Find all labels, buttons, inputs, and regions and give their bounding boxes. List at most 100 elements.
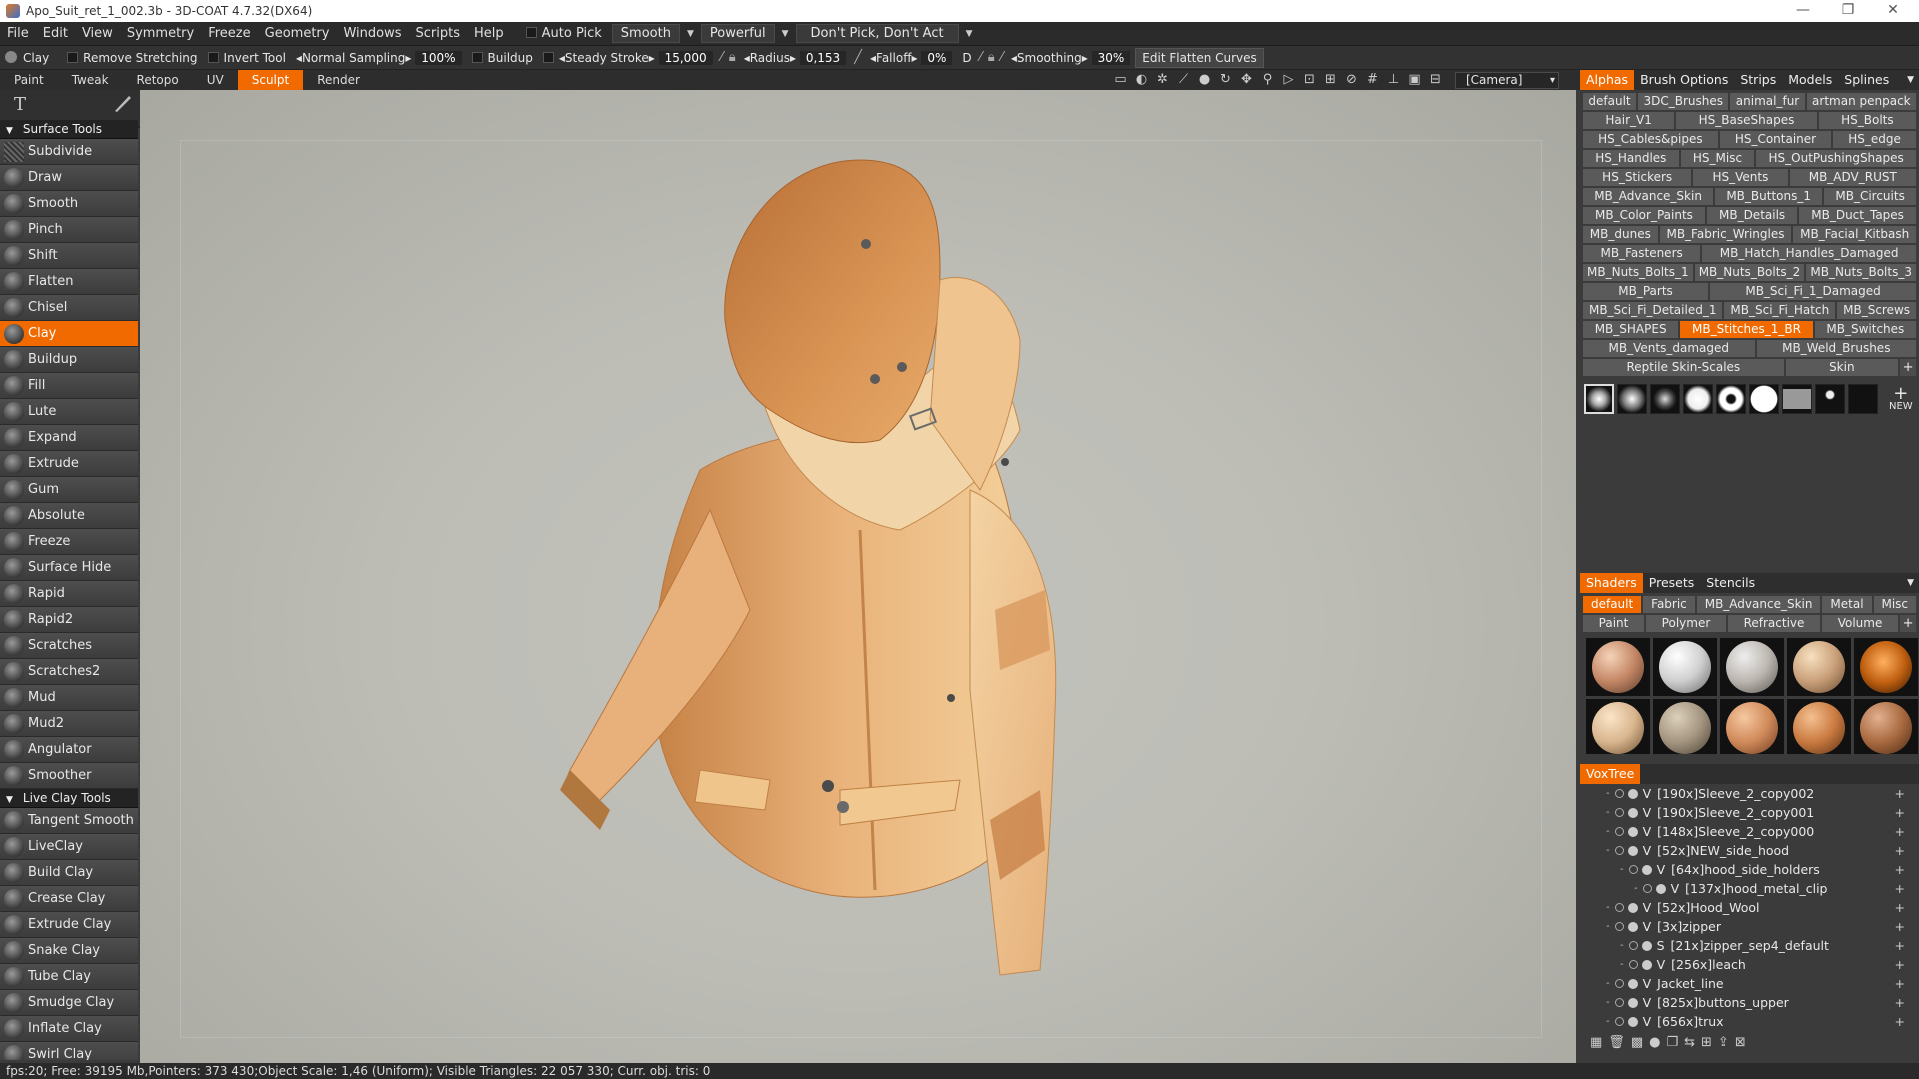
folder-default[interactable]: default	[1583, 596, 1642, 613]
menu-windows[interactable]: Windows	[336, 22, 408, 46]
tool-buildup[interactable]: Buildup	[0, 347, 138, 373]
tool-expand[interactable]: Expand	[0, 425, 138, 451]
voxtree-row[interactable]: - V [656x]trux +	[1580, 1012, 1919, 1031]
collapse-minus-icon[interactable]: -	[1634, 883, 1638, 894]
tab-brush-options[interactable]: Brush Options	[1634, 70, 1734, 90]
collapse-minus-icon[interactable]: -	[1606, 921, 1610, 932]
chevron-down-icon[interactable]: ▼	[683, 29, 698, 39]
radius-value[interactable]: 0,153	[799, 50, 847, 65]
ghost-icon[interactable]	[1627, 788, 1638, 799]
axis-icon[interactable]: ⊥	[1384, 71, 1403, 89]
eye-icon[interactable]	[1614, 903, 1624, 912]
folder-mb-nuts-bolts-2[interactable]: MB_Nuts_Bolts_2	[1694, 264, 1805, 281]
add-child-icon[interactable]: +	[1895, 976, 1905, 991]
tool-tangent-smooth[interactable]: Tangent Smooth	[0, 808, 138, 834]
frame-icon[interactable]: ⊟	[1426, 71, 1445, 89]
surface-tools-header[interactable]: ▼ Surface Tools	[0, 120, 138, 139]
collapse-minus-icon[interactable]: -	[1606, 788, 1610, 799]
steady-stroke-checkbox[interactable]	[542, 51, 554, 63]
tool-extrude[interactable]: Extrude	[0, 451, 138, 477]
folder-hs-bolts[interactable]: HS_Bolts	[1818, 112, 1917, 129]
voxtree-row[interactable]: - V [148x]Sleeve_2_copy000 +	[1580, 822, 1919, 841]
swap-icon[interactable]: ⇆	[1684, 1035, 1695, 1050]
alpha-swatch[interactable]	[1716, 384, 1746, 414]
menu-file[interactable]: File	[0, 22, 36, 46]
folder-refractive[interactable]: Refractive	[1727, 615, 1821, 632]
folder-hs-baseshapes[interactable]: HS_BaseShapes	[1676, 112, 1817, 129]
tool-absolute[interactable]: Absolute	[0, 503, 138, 529]
shader-ball[interactable]	[1586, 699, 1650, 754]
radius-slider[interactable]: ◂Radius▸ 0,153	[739, 46, 851, 70]
tab-alphas[interactable]: Alphas	[1580, 70, 1635, 90]
menu-freeze[interactable]: Freeze	[201, 22, 257, 46]
collapse-triangle-icon[interactable]: ▼	[6, 791, 13, 810]
jacket-model[interactable]	[140, 90, 1576, 1063]
collapse-minus-icon[interactable]: -	[1606, 978, 1610, 989]
folder-paint[interactable]: Paint	[1583, 615, 1645, 632]
ghost-icon[interactable]	[1627, 978, 1638, 989]
tool-extrude-clay[interactable]: Extrude Clay	[0, 912, 138, 938]
add-child-icon[interactable]: +	[1895, 938, 1905, 953]
restore-button[interactable]: ❐	[1828, 0, 1868, 22]
tool-pinch[interactable]: Pinch	[0, 217, 138, 243]
voxtree-row[interactable]: - V [52x]NEW_side_hood +	[1580, 841, 1919, 860]
folder-hs-vents[interactable]: HS_Vents	[1693, 169, 1788, 186]
folder-mb-screws[interactable]: MB_Screws	[1837, 302, 1917, 319]
alpha-swatch[interactable]	[1650, 384, 1680, 414]
move-icon[interactable]: ✥	[1237, 71, 1256, 89]
tab-stencils[interactable]: Stencils	[1700, 573, 1761, 593]
eye-icon[interactable]	[1614, 998, 1624, 1007]
tool-gum[interactable]: Gum	[0, 477, 138, 503]
folder-mb-advance-skin[interactable]: MB_Advance_Skin	[1696, 596, 1821, 613]
folder-hs-stickers[interactable]: HS_Stickers	[1583, 169, 1692, 186]
folder-mb-duct-tapes[interactable]: MB_Duct_Tapes	[1799, 207, 1916, 224]
voxtree-row[interactable]: - V [137x]hood_metal_clip +	[1580, 879, 1919, 898]
3d-viewport[interactable]	[140, 90, 1576, 1063]
add-child-icon[interactable]: +	[1895, 824, 1905, 839]
folder-mb-hatch-handles-damaged[interactable]: MB_Hatch_Handles_Damaged	[1702, 245, 1916, 262]
folder-mb-nuts-bolts-1[interactable]: MB_Nuts_Bolts_1	[1583, 264, 1693, 281]
ghost-icon[interactable]	[1655, 883, 1666, 894]
folder-hair-v1[interactable]: Hair_V1	[1583, 112, 1675, 129]
eye-icon[interactable]	[1614, 922, 1624, 931]
voxtree-row[interactable]: - V [3x]zipper +	[1580, 917, 1919, 936]
folder-mb-color-paints[interactable]: MB_Color_Paints	[1583, 207, 1705, 224]
folder-mb-dunes[interactable]: MB_dunes	[1583, 226, 1658, 243]
add-folder-icon[interactable]: +	[1900, 359, 1917, 376]
shader-ball[interactable]	[1854, 699, 1918, 754]
eye-icon[interactable]	[1614, 1017, 1624, 1026]
alpha-swatch[interactable]	[1848, 384, 1878, 414]
camera-dropdown[interactable]: [Camera]	[1455, 71, 1559, 89]
folder-mb-shapes[interactable]: MB_SHAPES	[1583, 321, 1679, 338]
tool-liveclay[interactable]: LiveClay	[0, 834, 138, 860]
tool-surface-hide[interactable]: Surface Hide	[0, 555, 138, 581]
sphere-icon[interactable]: ●	[1649, 1035, 1660, 1050]
add-child-icon[interactable]: +	[1895, 881, 1905, 896]
tool-rapid2[interactable]: Rapid2	[0, 607, 138, 633]
background-icon[interactable]: ▭	[1111, 71, 1130, 89]
steady-stroke-value[interactable]: 15,000	[658, 50, 713, 65]
folder-metal[interactable]: Metal	[1822, 596, 1872, 613]
folder-mb-nuts-bolts-3[interactable]: MB_Nuts_Bolts_3	[1806, 264, 1917, 281]
alpha-swatch[interactable]	[1584, 384, 1614, 414]
tool-tube-clay[interactable]: Tube Clay	[0, 964, 138, 990]
folder-mb-fabric-wringles[interactable]: MB_Fabric_Wringles	[1659, 226, 1792, 243]
normal-sampling-value[interactable]: 100%	[415, 50, 462, 65]
folder-reptile-skin-scales[interactable]: Reptile Skin-Scales	[1583, 359, 1784, 376]
shading-icon[interactable]: ◐	[1132, 71, 1151, 89]
auto-pick-checkbox[interactable]	[525, 26, 537, 38]
add-layer-icon[interactable]: ▦	[1590, 1035, 1602, 1050]
folder-mb-sci-fi-hatch[interactable]: MB_Sci_Fi_Hatch	[1724, 302, 1836, 319]
buildup-toggle[interactable]: Buildup	[467, 46, 538, 70]
ghost-icon[interactable]	[1627, 1016, 1638, 1027]
tool-clay[interactable]: Clay	[0, 321, 138, 347]
shader-ball[interactable]	[1720, 699, 1784, 754]
pen-pressure-icon[interactable]: ⁄	[718, 50, 726, 65]
folder-hs-cables-pipes[interactable]: HS_Cables&pipes	[1583, 131, 1718, 148]
import-icon[interactable]: ⇪	[1718, 1035, 1729, 1050]
ghost-icon[interactable]	[1641, 864, 1652, 875]
tool-shift[interactable]: Shift	[0, 243, 138, 269]
folder-mb-stitches-1-br[interactable]: MB_Stitches_1_BR	[1680, 321, 1813, 338]
light-icon[interactable]: ✲	[1153, 71, 1172, 89]
tool-mud2[interactable]: Mud2	[0, 711, 138, 737]
